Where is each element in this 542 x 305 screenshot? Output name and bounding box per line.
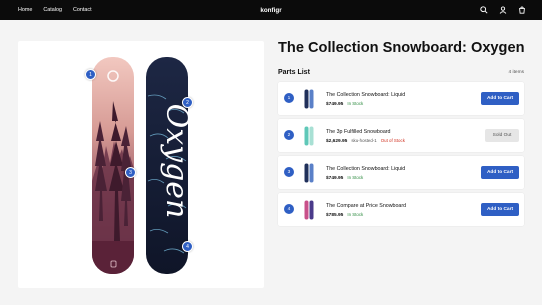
product-title: The Collection Snowboard: Oxygen bbox=[278, 40, 525, 56]
part-sku: sku-hosted-1 bbox=[351, 138, 377, 143]
search-icon[interactable] bbox=[478, 4, 490, 16]
part-name[interactable]: The Compare at Price Snowboard bbox=[326, 203, 406, 209]
snowboard-thumbnail-icon bbox=[304, 126, 314, 146]
hotspot-1[interactable]: 1 bbox=[85, 69, 96, 80]
stock-status: Out of Stock bbox=[380, 138, 405, 143]
stock-status: In Stock bbox=[347, 101, 364, 106]
cart-icon[interactable] bbox=[516, 4, 528, 16]
add-to-cart-button[interactable]: Add to Cart bbox=[481, 92, 519, 105]
add-to-cart-button[interactable]: Add to Cart bbox=[481, 203, 519, 216]
add-to-cart-button[interactable]: Add to Cart bbox=[481, 166, 519, 179]
hotspot-2[interactable]: 2 bbox=[182, 97, 193, 108]
part-price: $749.95 bbox=[326, 176, 344, 181]
part-index-badge[interactable]: 3 bbox=[284, 167, 294, 177]
stock-status: In Stock bbox=[347, 175, 364, 180]
account-icon[interactable] bbox=[497, 4, 509, 16]
nav-contact-link[interactable]: Contact bbox=[73, 7, 92, 13]
main-nav: Home Catalog Contact bbox=[18, 7, 92, 13]
part-price: $2,629.95 bbox=[326, 139, 348, 144]
stock-status: In Stock bbox=[347, 212, 364, 217]
nav-home-link[interactable]: Home bbox=[18, 7, 32, 13]
hotspot-3[interactable]: 3 bbox=[125, 167, 136, 178]
part-price: $785.95 bbox=[326, 213, 344, 218]
product-image-panel: Oxygen 1 2 3 4 bbox=[18, 41, 264, 288]
part-name[interactable]: The Collection Snowboard: Liquid bbox=[326, 166, 405, 172]
part-index-badge[interactable]: 4 bbox=[284, 204, 294, 214]
parts-count: 4 items bbox=[508, 70, 524, 75]
part-row-1: 1 The Collection Snowboard: Liquid $749.… bbox=[278, 82, 524, 115]
sold-out-button[interactable]: Sold Out bbox=[485, 129, 519, 142]
part-row-4: 4 The Compare at Price Snowboard $785.95… bbox=[278, 193, 524, 226]
part-name[interactable]: The 3p Fulfilled Snowboard bbox=[326, 129, 390, 135]
snowboard-thumbnail-icon bbox=[304, 200, 314, 220]
snowboard-thumbnail-icon bbox=[304, 89, 314, 109]
part-price: $749.95 bbox=[326, 102, 344, 107]
hotspot-4[interactable]: 4 bbox=[182, 241, 193, 252]
top-navigation-bar: Home Catalog Contact konfigr bbox=[0, 0, 542, 20]
snowboards-image: Oxygen bbox=[92, 57, 194, 274]
part-index-badge[interactable]: 1 bbox=[284, 93, 294, 103]
part-name[interactable]: The Collection Snowboard: Liquid bbox=[326, 92, 405, 98]
part-index-badge[interactable]: 2 bbox=[284, 130, 294, 140]
board-graphic-text: Oxygen bbox=[159, 104, 194, 219]
nav-catalog-link[interactable]: Catalog bbox=[43, 7, 62, 13]
parts-list-heading: Parts List bbox=[278, 69, 310, 76]
part-row-2: 2 The 3p Fulfilled Snowboard $2,629.95 s… bbox=[278, 119, 524, 152]
part-row-3: 3 The Collection Snowboard: Liquid $749.… bbox=[278, 156, 524, 189]
snowboard-thumbnail-icon bbox=[304, 163, 314, 183]
parts-list: 1 The Collection Snowboard: Liquid $749.… bbox=[278, 82, 524, 230]
